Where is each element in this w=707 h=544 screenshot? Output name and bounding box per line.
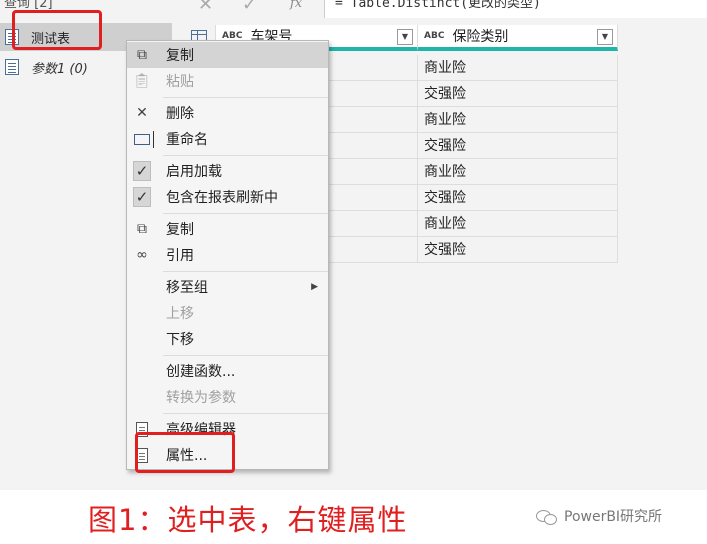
menu-item-label: 引用 — [166, 248, 194, 264]
chevron-down-icon[interactable]: ▼ — [397, 29, 413, 45]
menu-item-label: 下移 — [166, 332, 194, 348]
menu-item-label: 重命名 — [166, 132, 208, 148]
table-cell[interactable]: 交强险 — [418, 133, 618, 159]
menu-item-reference[interactable]: ∞ 引用 — [127, 242, 328, 268]
menu-item-include-in-refresh[interactable]: ✓ 包含在报表刷新中 — [127, 184, 328, 210]
menu-item-label: 属性... — [166, 448, 208, 464]
context-menu: ⧉ 复制 📋︎ 粘贴 ✕ 删除 重命名 ✓ 启用加载 ✓ 包含在报表刷新中 ⧉ … — [126, 40, 329, 470]
queries-pane-title: 查询 [2] — [4, 0, 53, 11]
menu-item-copy[interactable]: ⧉ 复制 — [127, 42, 328, 68]
chevron-right-icon: ▶ — [311, 282, 318, 292]
menu-item-create-function[interactable]: 创建函数... — [127, 358, 328, 384]
table-cell[interactable]: 商业险 — [418, 159, 618, 185]
table-cell[interactable]: 商业险 — [418, 107, 618, 133]
query-label: 参数1 (0) — [31, 61, 88, 77]
duplicate-icon: ⧉ — [137, 221, 147, 237]
checkbox-checked-icon: ✓ — [133, 161, 151, 181]
menu-item-label: 转换为参数 — [166, 390, 236, 406]
query-label: 测试表 — [31, 31, 71, 47]
menu-item-move-up[interactable]: 上移 — [127, 300, 328, 326]
paste-icon: 📋︎ — [133, 73, 151, 89]
menu-item-advanced-editor[interactable]: 高级编辑器 — [127, 416, 328, 442]
table-cell[interactable]: 交强险 — [418, 237, 618, 263]
table-cell[interactable]: 商业险 — [418, 211, 618, 237]
table-cell[interactable]: 商业险 — [418, 55, 618, 81]
reference-icon: ∞ — [136, 247, 148, 263]
menu-item-label: 删除 — [166, 106, 194, 122]
text-type-icon[interactable]: ABC — [424, 31, 444, 41]
menu-item-label: 复制 — [166, 222, 194, 238]
delete-icon: ✕ — [136, 105, 148, 121]
menu-separator — [163, 271, 328, 272]
column-header-insurance-type[interactable]: ABC 保险类别 ▼ — [418, 25, 618, 51]
column-header-label: 保险类别 — [452, 29, 509, 45]
menu-item-label: 移至组 — [166, 280, 208, 296]
menu-separator — [163, 213, 328, 214]
watermark: PowerBI研究所 — [536, 506, 662, 526]
rename-icon — [133, 130, 154, 148]
menu-item-label: 上移 — [166, 306, 194, 322]
chevron-down-icon[interactable]: ▼ — [597, 29, 613, 45]
menu-item-duplicate[interactable]: ⧉ 复制 — [127, 216, 328, 242]
menu-item-label: 包含在报表刷新中 — [166, 190, 278, 206]
menu-item-label: 创建函数... — [166, 364, 236, 380]
menu-item-properties[interactable]: 属性... — [127, 442, 328, 468]
copy-icon: ⧉ — [137, 47, 147, 63]
watermark-text: PowerBI研究所 — [564, 509, 663, 525]
table-cell[interactable]: 交强险 — [418, 185, 618, 211]
menu-item-paste[interactable]: 📋︎ 粘贴 — [127, 68, 328, 94]
menu-item-convert-to-parameter[interactable]: 转换为参数 — [127, 384, 328, 410]
menu-item-label: 复制 — [166, 48, 194, 64]
menu-item-enable-load[interactable]: ✓ 启用加载 — [127, 158, 328, 184]
menu-item-rename[interactable]: 重命名 — [127, 126, 328, 152]
menu-item-label: 高级编辑器 — [166, 422, 236, 438]
menu-separator — [163, 355, 328, 356]
document-icon — [133, 420, 151, 438]
figure-caption: 图1：选中表，右键属性 — [88, 503, 408, 537]
menu-separator — [163, 97, 328, 98]
table-icon — [5, 29, 19, 45]
menu-item-move-to-group[interactable]: 移至组 ▶ — [127, 274, 328, 300]
checkbox-checked-icon: ✓ — [133, 187, 151, 207]
menu-item-label: 启用加载 — [166, 164, 222, 180]
menu-separator — [163, 155, 328, 156]
menu-item-delete[interactable]: ✕ 删除 — [127, 100, 328, 126]
fx-icon[interactable]: fx — [290, 0, 302, 11]
properties-icon — [133, 446, 151, 464]
menu-separator — [163, 413, 328, 414]
table-cell[interactable]: 交强险 — [418, 81, 618, 107]
formula-input[interactable]: = Table.Distinct(更改的类型) — [324, 0, 707, 18]
x-icon[interactable]: ✕ — [198, 0, 213, 15]
parameter-icon — [5, 59, 19, 75]
check-icon[interactable]: ✓ — [242, 0, 257, 15]
formula-bar: ✕ ✓ fx = Table.Distinct(更改的类型) — [180, 0, 707, 18]
menu-item-label: 粘贴 — [166, 74, 194, 90]
menu-item-move-down[interactable]: 下移 — [127, 326, 328, 352]
wechat-icon — [536, 508, 558, 525]
